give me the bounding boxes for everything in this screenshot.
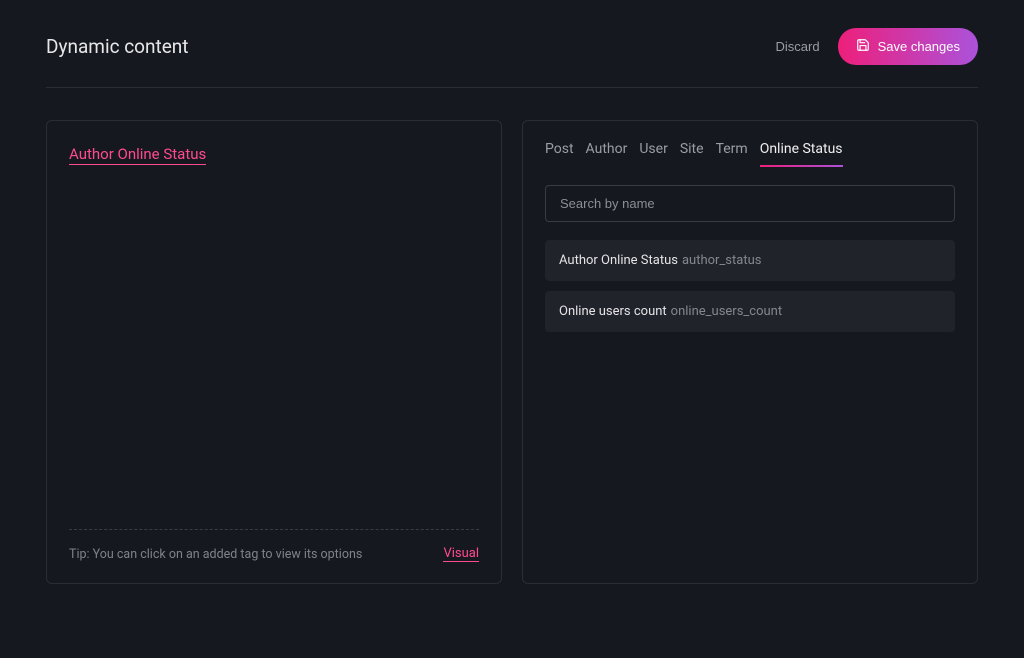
discard-button[interactable]: Discard — [776, 39, 820, 54]
page-title: Dynamic content — [46, 35, 189, 58]
tab-term[interactable]: Term — [716, 141, 748, 167]
result-item-online_users_count[interactable]: Online users count online_users_count — [545, 291, 955, 332]
tab-post[interactable]: Post — [545, 141, 574, 167]
visual-toggle-link[interactable]: Visual — [443, 546, 479, 562]
result-slug: author_status — [682, 253, 762, 268]
result-item-author_status[interactable]: Author Online Status author_status — [545, 240, 955, 281]
result-slug: online_users_count — [671, 304, 782, 319]
save-changes-button[interactable]: Save changes — [838, 28, 978, 65]
inserted-tag-author-online-status[interactable]: Author Online Status — [69, 145, 206, 165]
result-label: Author Online Status — [559, 253, 678, 268]
tab-site[interactable]: Site — [680, 141, 704, 167]
editor-panel: Author Online Status Tip: You can click … — [46, 120, 502, 584]
tip-text: Tip: You can click on an added tag to vi… — [69, 547, 362, 562]
editor-divider — [69, 529, 479, 530]
search-input[interactable] — [545, 185, 955, 222]
tab-user[interactable]: User — [639, 141, 667, 167]
save-icon — [856, 38, 870, 55]
editor-area[interactable]: Author Online Status — [47, 121, 501, 189]
save-button-label: Save changes — [878, 39, 960, 54]
tab-author[interactable]: Author — [586, 141, 628, 167]
result-label: Online users count — [559, 304, 667, 319]
tab-online-status[interactable]: Online Status — [760, 141, 843, 167]
tag-picker-panel: Post Author User Site Term Online Status Auth… — [522, 120, 978, 584]
